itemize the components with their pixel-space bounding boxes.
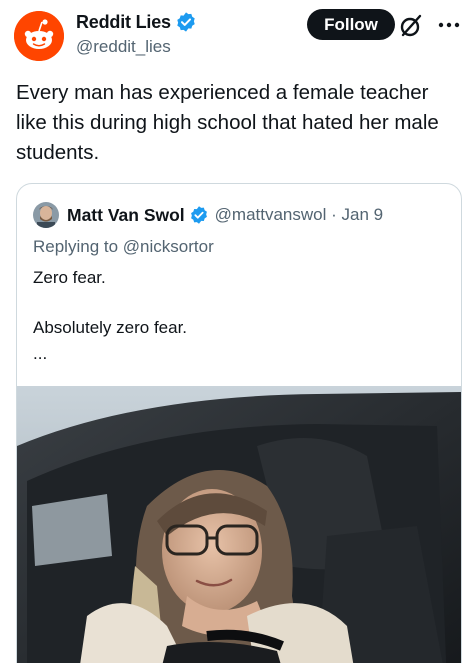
tweet-text: Every man has experienced a female teach… xyxy=(16,81,439,164)
quoted-display-name[interactable]: Matt Van Swol xyxy=(67,205,185,226)
tweet-header: Reddit Lies @reddit_lies Follow xyxy=(0,0,474,70)
replying-mention-link[interactable]: @nicksortor xyxy=(123,237,214,256)
follow-button[interactable]: Follow xyxy=(307,9,395,40)
verified-badge-icon xyxy=(177,12,195,32)
author-display-name[interactable]: Reddit Lies xyxy=(76,12,171,33)
verified-badge-icon xyxy=(190,206,207,224)
quoted-text-truncation: ... xyxy=(33,344,48,363)
quoted-tweet-card[interactable]: Matt Van Swol @mattvanswol · Jan 9 Reply… xyxy=(16,183,462,663)
more-icon[interactable] xyxy=(436,14,462,36)
quoted-header: Matt Van Swol @mattvanswol · Jan 9 xyxy=(33,202,383,228)
quoted-text-line2: Absolutely zero fear. xyxy=(33,318,188,337)
grok-icon[interactable] xyxy=(398,13,424,39)
quoted-text-line1: Zero fear. xyxy=(33,268,106,287)
replying-to-line: Replying to @nicksortor xyxy=(33,237,214,257)
replying-prefix: Replying to xyxy=(33,237,119,256)
reddit-logo-icon xyxy=(14,11,64,61)
quoted-handle-date: @mattvanswol · Jan 9 xyxy=(214,205,384,224)
quoted-author-avatar[interactable] xyxy=(33,202,59,228)
author-name-row: Reddit Lies xyxy=(76,11,197,33)
quoted-video-thumbnail[interactable] xyxy=(17,386,462,663)
reddit-lies-avatar[interactable] xyxy=(14,11,64,61)
author-handle[interactable]: @reddit_lies xyxy=(76,37,171,57)
profile-photo-icon xyxy=(33,202,59,228)
